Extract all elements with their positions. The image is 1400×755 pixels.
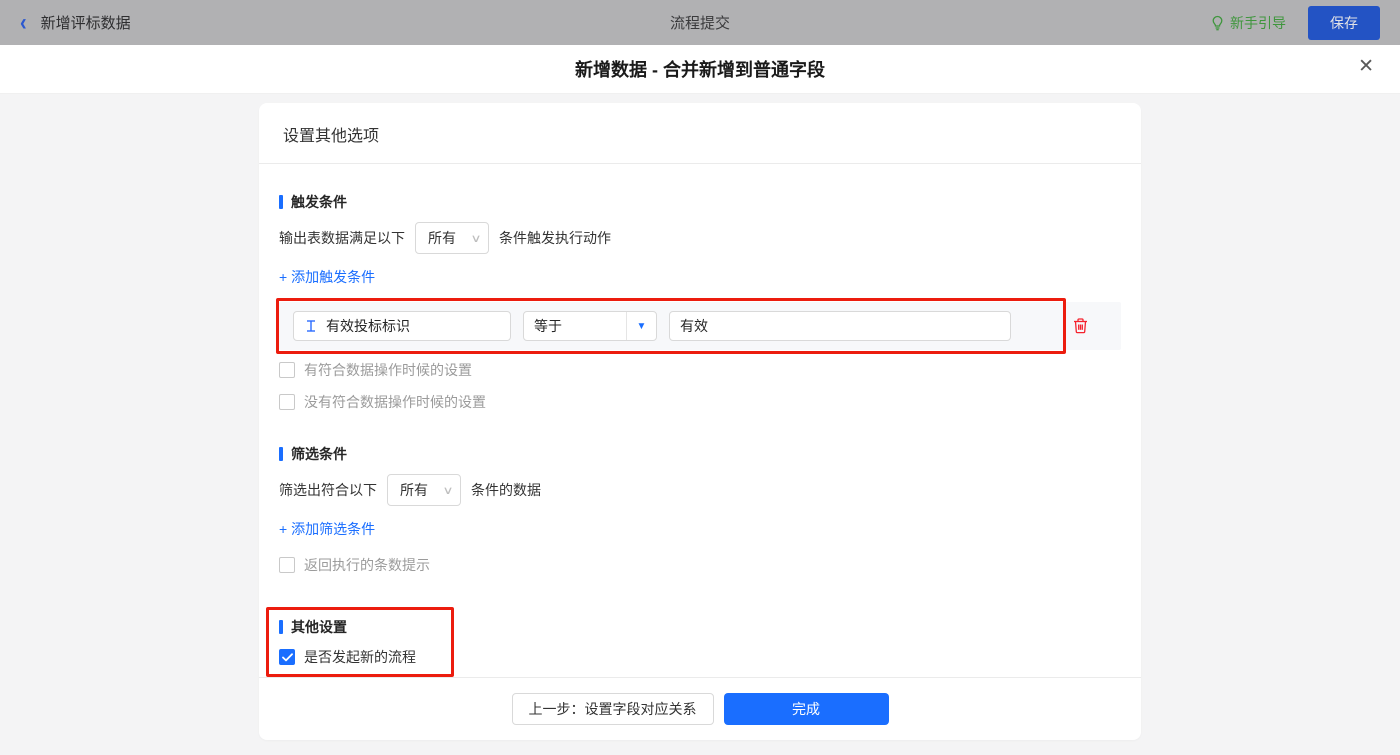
filter-match-select-value: 所有 xyxy=(400,480,428,500)
checkbox-new-flow-label: 是否发起新的流程 xyxy=(304,647,416,667)
trigger-condition-row: 有效投标标识 等于 ▼ 有效 xyxy=(279,302,1121,350)
lightbulb-icon xyxy=(1210,15,1225,31)
card-footer: 上一步：设置字段对应关系 完成 xyxy=(259,677,1141,740)
trigger-match-select[interactable]: 所有 ∨ xyxy=(415,222,489,254)
other-section-title-text: 其他设置 xyxy=(291,617,347,637)
text-field-type-icon xyxy=(304,319,318,334)
caret-down-icon: ▼ xyxy=(626,312,656,340)
beginner-guide-label: 新手引导 xyxy=(1230,13,1286,33)
filter-section-title: 筛选条件 xyxy=(279,444,1121,464)
topbar-back[interactable]: ‹ 新增评标数据 xyxy=(20,12,131,33)
checkbox-count-tip[interactable] xyxy=(279,557,295,573)
save-button[interactable]: 保存 xyxy=(1308,6,1380,40)
card-body: 触发条件 输出表数据满足以下 所有 ∨ 条件触发执行动作 + 添加触发条件 xyxy=(259,164,1141,677)
checkbox-row-match-data[interactable]: 有符合数据操作时候的设置 xyxy=(279,360,1121,380)
done-button[interactable]: 完成 xyxy=(724,693,889,725)
chevron-down-icon: ∨ xyxy=(442,484,453,497)
back-chevron-icon[interactable]: ‹ xyxy=(20,11,27,35)
condition-operator-select[interactable]: 等于 ▼ xyxy=(523,311,657,341)
condition-field-input[interactable]: 有效投标标识 xyxy=(293,311,511,341)
checkbox-row-count-tip[interactable]: 返回执行的条数提示 xyxy=(279,555,1121,575)
section-marker-bar xyxy=(279,195,283,209)
prev-step-button[interactable]: 上一步：设置字段对应关系 xyxy=(512,693,714,725)
trigger-sentence: 输出表数据满足以下 所有 ∨ 条件触发执行动作 xyxy=(279,222,1121,254)
card-header-title: 设置其他选项 xyxy=(259,103,1141,164)
filter-match-select[interactable]: 所有 ∨ xyxy=(387,474,461,506)
checkbox-no-match-data-label: 没有符合数据操作时候的设置 xyxy=(304,392,486,412)
chevron-down-icon: ∨ xyxy=(470,232,481,245)
condition-value-input[interactable]: 有效 xyxy=(669,311,1011,341)
close-icon[interactable]: ✕ xyxy=(1358,57,1374,76)
filter-section-title-text: 筛选条件 xyxy=(291,444,347,464)
checkbox-no-match-data[interactable] xyxy=(279,394,295,410)
checkbox-match-data[interactable] xyxy=(279,362,295,378)
beginner-guide-link[interactable]: 新手引导 xyxy=(1210,13,1286,33)
trigger-sentence-prefix: 输出表数据满足以下 xyxy=(279,228,405,248)
back-label[interactable]: 新增评标数据 xyxy=(41,12,131,33)
trigger-section-title-text: 触发条件 xyxy=(291,192,347,212)
modal-header: 新增数据 - 合并新增到普通字段 ✕ xyxy=(0,45,1400,94)
condition-value-text: 有效 xyxy=(680,316,708,336)
section-marker-bar xyxy=(279,620,283,634)
other-settings-section: 其他设置 是否发起新的流程 xyxy=(279,617,416,667)
app-topbar: ‹ 新增评标数据 流程提交 新手引导 保存 xyxy=(0,0,1400,45)
options-card: 设置其他选项 触发条件 输出表数据满足以下 所有 ∨ 条件触发执行动作 + 添加… xyxy=(259,103,1141,740)
checkbox-match-data-label: 有符合数据操作时候的设置 xyxy=(304,360,472,380)
checkbox-row-no-match-data[interactable]: 没有符合数据操作时候的设置 xyxy=(279,392,1121,412)
trigger-match-select-value: 所有 xyxy=(428,228,456,248)
modal-body: 设置其他选项 触发条件 输出表数据满足以下 所有 ∨ 条件触发执行动作 + 添加… xyxy=(0,94,1400,755)
checkbox-count-tip-label: 返回执行的条数提示 xyxy=(304,555,430,575)
filter-sentence: 筛选出符合以下 所有 ∨ 条件的数据 xyxy=(279,474,1121,506)
modal-title: 新增数据 - 合并新增到普通字段 xyxy=(575,56,825,82)
delete-condition-button[interactable] xyxy=(1072,317,1089,335)
add-trigger-condition-link[interactable]: + 添加触发条件 xyxy=(279,267,375,287)
checkbox-new-flow[interactable] xyxy=(279,649,295,665)
condition-field-value: 有效投标标识 xyxy=(326,316,410,336)
condition-operator-value: 等于 xyxy=(524,312,626,340)
filter-sentence-prefix: 筛选出符合以下 xyxy=(279,480,377,500)
section-marker-bar xyxy=(279,447,283,461)
add-filter-condition-link[interactable]: + 添加筛选条件 xyxy=(279,519,375,539)
checkbox-row-new-flow[interactable]: 是否发起新的流程 xyxy=(279,647,416,667)
trigger-section-title: 触发条件 xyxy=(279,192,1121,212)
other-section-title: 其他设置 xyxy=(279,617,416,637)
trigger-sentence-suffix: 条件触发执行动作 xyxy=(499,228,611,248)
topbar-title: 流程提交 xyxy=(0,12,1400,33)
filter-sentence-suffix: 条件的数据 xyxy=(471,480,541,500)
